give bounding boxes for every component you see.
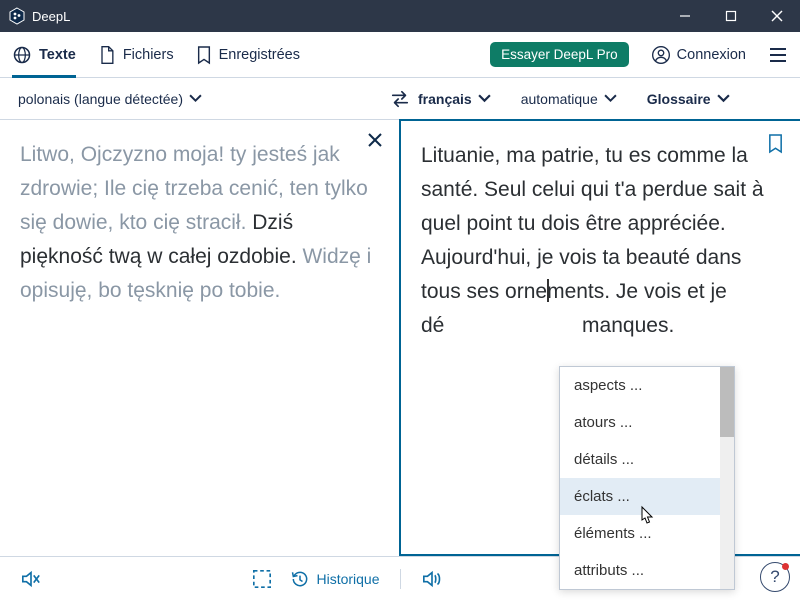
tab-text[interactable]: Texte	[12, 32, 76, 78]
tab-saved-label: Enregistrées	[219, 47, 300, 63]
suggestion-item[interactable]: détails ...	[560, 441, 720, 478]
titlebar: DeepL	[0, 0, 800, 32]
source-panel[interactable]: Litwo, Ojczyzno moja! ty jesteś jak zdro…	[0, 120, 399, 556]
help-icon: ?	[770, 567, 779, 587]
suggestion-item[interactable]: aspects ...	[560, 367, 720, 404]
user-icon	[651, 45, 671, 65]
suggestion-item[interactable]: atours ...	[560, 404, 720, 441]
select-button[interactable]	[252, 569, 272, 589]
chevron-down-icon	[717, 94, 730, 103]
chevron-down-icon	[189, 94, 202, 103]
speaker-mute-icon	[20, 569, 42, 589]
mute-button[interactable]	[20, 569, 42, 589]
speaker-icon	[421, 569, 443, 589]
globe-icon	[12, 45, 32, 65]
chevron-down-icon	[604, 94, 617, 103]
clear-source-button[interactable]	[367, 132, 383, 148]
history-icon	[290, 569, 310, 589]
glossary-label: Glossaire	[647, 91, 711, 107]
main-toolbar: Texte Fichiers Enregistrées Essayer Deep…	[0, 32, 800, 78]
target-language-select[interactable]: français	[418, 91, 491, 107]
tab-saved[interactable]: Enregistrées	[196, 32, 300, 78]
history-label: Historique	[316, 571, 379, 587]
tab-text-label: Texte	[39, 47, 76, 63]
close-button[interactable]	[754, 0, 800, 32]
source-language-select[interactable]: polonais (langue détectée)	[18, 91, 202, 107]
file-icon	[98, 45, 116, 65]
source-language-label: polonais (langue détectée)	[18, 91, 183, 107]
help-button[interactable]: ?	[760, 562, 790, 592]
chevron-down-icon	[478, 94, 491, 103]
menu-button[interactable]	[768, 47, 788, 63]
source-text-seg1: Litwo, Ojczyzno moja! ty jesteś jak zdro…	[20, 143, 368, 234]
tab-files[interactable]: Fichiers	[98, 32, 174, 78]
mode-label: automatique	[521, 91, 598, 107]
close-icon	[367, 132, 383, 148]
suggestion-popup: aspects ... atours ... détails ... éclat…	[559, 366, 735, 590]
app-title: DeepL	[32, 9, 70, 24]
speak-button[interactable]	[421, 569, 443, 589]
glossary-select[interactable]: Glossaire	[647, 91, 730, 107]
language-row: polonais (langue détectée) français auto…	[0, 78, 800, 120]
swap-languages-button[interactable]	[383, 82, 417, 116]
bookmark-icon	[767, 133, 784, 154]
suggestion-scroll-thumb[interactable]	[720, 367, 734, 437]
try-pro-button[interactable]: Essayer DeepL Pro	[490, 42, 629, 67]
login-button[interactable]: Connexion	[651, 45, 746, 65]
target-text-seg3: manques.	[576, 314, 674, 337]
suggestion-item[interactable]: attributs ...	[560, 552, 720, 589]
swap-icon	[389, 89, 411, 109]
suggestion-item[interactable]: éclats ...	[560, 478, 720, 515]
mode-select[interactable]: automatique	[521, 91, 617, 107]
login-label: Connexion	[677, 47, 746, 63]
bookmark-icon	[196, 45, 212, 65]
minimize-button[interactable]	[662, 0, 708, 32]
target-language-label: français	[418, 91, 472, 107]
app-logo	[8, 7, 26, 25]
bookmark-button[interactable]	[767, 133, 784, 154]
tab-files-label: Fichiers	[123, 47, 174, 63]
selection-icon	[252, 569, 272, 589]
maximize-button[interactable]	[708, 0, 754, 32]
history-button[interactable]: Historique	[290, 569, 379, 589]
menu-icon	[768, 47, 788, 63]
suggestion-item[interactable]: éléments ...	[560, 515, 720, 552]
